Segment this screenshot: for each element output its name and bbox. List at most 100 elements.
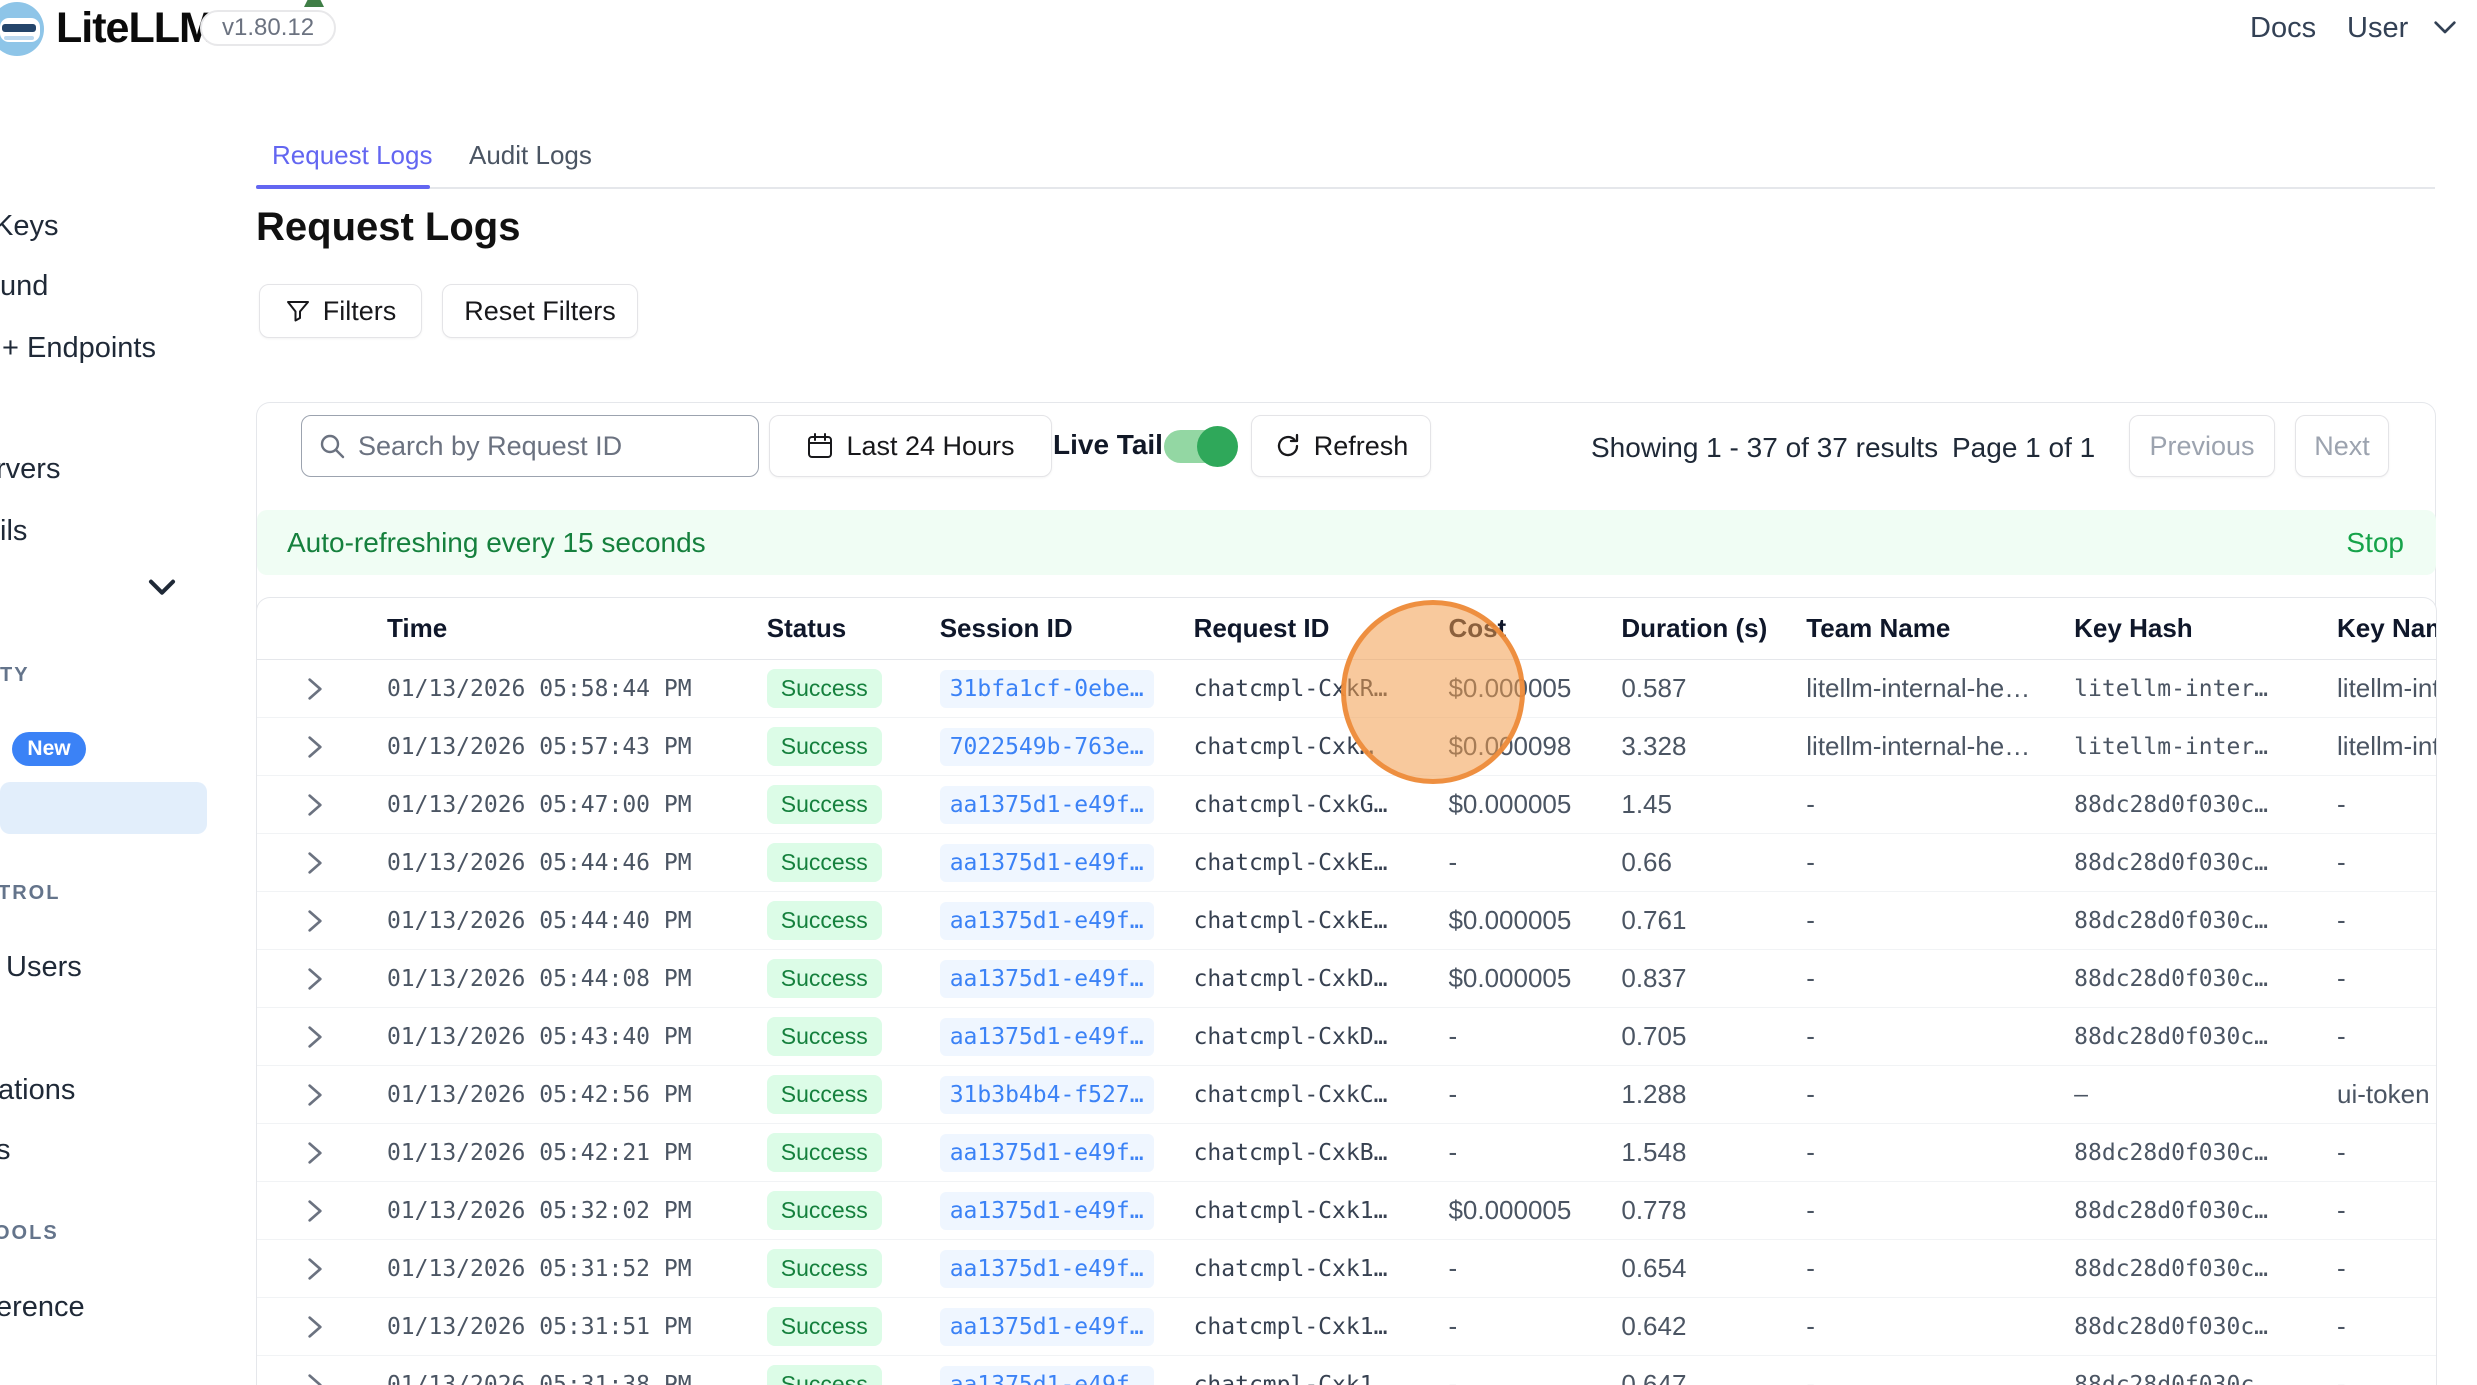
- docs-link[interactable]: Docs: [2250, 0, 2316, 56]
- sidebar-item-servers[interactable]: rvers: [0, 452, 60, 486]
- table-row[interactable]: 01/13/2026 05:31:52 PMSuccessaa1375d1-e4…: [257, 1240, 2436, 1298]
- table-row[interactable]: 01/13/2026 05:47:00 PMSuccessaa1375d1-e4…: [257, 776, 2436, 834]
- duration-cell: 0.705: [1621, 1021, 1686, 1052]
- expand-row-icon[interactable]: [305, 1141, 325, 1165]
- refresh-icon: [1274, 432, 1302, 460]
- session-id-link[interactable]: aa1375d1-e49f…: [940, 1250, 1154, 1288]
- holiday-tree-icon: [303, 0, 325, 9]
- time-cell: 01/13/2026 05:57:43 PM: [387, 734, 692, 760]
- filters-button[interactable]: Filters: [259, 284, 422, 338]
- table-row[interactable]: 01/13/2026 05:58:44 PMSuccess31bfa1cf-0e…: [257, 660, 2436, 718]
- table-row[interactable]: 01/13/2026 05:44:40 PMSuccessaa1375d1-e4…: [257, 892, 2436, 950]
- table-row[interactable]: 01/13/2026 05:44:46 PMSuccessaa1375d1-e4…: [257, 834, 2436, 892]
- time-cell: 01/13/2026 05:58:44 PM: [387, 676, 692, 702]
- user-menu[interactable]: User: [2347, 0, 2408, 56]
- expand-row-icon[interactable]: [305, 735, 325, 759]
- request-id-cell: chatcmpl-Cxk1…: [1194, 1372, 1388, 1385]
- filters-button-label: Filters: [323, 296, 397, 327]
- expand-row-icon[interactable]: [305, 909, 325, 933]
- team-name-cell: -: [1806, 963, 1815, 994]
- session-id-link[interactable]: 31bfa1cf-0ebe…: [940, 670, 1154, 708]
- request-logs-table: TimeStatusSession IDRequest IDCostDurati…: [256, 597, 2437, 1385]
- results-summary: Showing 1 - 37 of 37 results: [1591, 432, 1938, 464]
- expand-cell: [257, 1124, 387, 1181]
- table-row[interactable]: 01/13/2026 05:44:08 PMSuccessaa1375d1-e4…: [257, 950, 2436, 1008]
- expand-cell: [257, 776, 387, 833]
- sidebar-chevron-down-icon[interactable]: [146, 577, 178, 599]
- session-id-link[interactable]: aa1375d1-e49f…: [940, 786, 1154, 824]
- time-cell: 01/13/2026 05:31:38 PM: [387, 1372, 692, 1385]
- key-name-cell: litellm-int: [2337, 731, 2436, 762]
- table-row[interactable]: 01/13/2026 05:43:40 PMSuccessaa1375d1-e4…: [257, 1008, 2436, 1066]
- session-id-link[interactable]: aa1375d1-e49f…: [940, 1134, 1154, 1172]
- status-badge: Success: [767, 843, 882, 882]
- expand-cell: [257, 718, 387, 775]
- session-id-link[interactable]: aa1375d1-e49f…: [940, 1192, 1154, 1230]
- sidebar-item-guardrails[interactable]: ils: [0, 514, 27, 548]
- sidebar-item-keys[interactable]: Keys: [0, 209, 58, 243]
- key-hash-cell: 88dc28d0f030c…: [2074, 1372, 2268, 1385]
- status-badge: Success: [767, 1307, 882, 1346]
- expand-row-icon[interactable]: [305, 793, 325, 817]
- session-id-link[interactable]: aa1375d1-e49f…: [940, 1366, 1154, 1385]
- next-page-button[interactable]: Next: [2295, 415, 2389, 477]
- request-id-cell: chatcmpl-CxkB…: [1194, 1140, 1388, 1166]
- session-id-link[interactable]: aa1375d1-e49f…: [940, 1308, 1154, 1346]
- table-row[interactable]: 01/13/2026 05:42:56 PMSuccess31b3b4b4-f5…: [257, 1066, 2436, 1124]
- expand-row-icon[interactable]: [305, 1373, 325, 1385]
- cost-cell: $0.000005: [1448, 963, 1571, 994]
- key-name-cell: -: [2337, 1021, 2346, 1052]
- next-label: Next: [2314, 431, 2370, 462]
- sidebar-item-organizations[interactable]: ations: [0, 1073, 75, 1107]
- request-id-cell: chatcmpl-CxkR…: [1194, 676, 1388, 702]
- sidebar-section-header: OOLS: [0, 1221, 59, 1245]
- expand-row-icon[interactable]: [305, 1083, 325, 1107]
- time-cell: 01/13/2026 05:42:56 PM: [387, 1082, 692, 1108]
- sidebar-item-teams[interactable]: s: [0, 1133, 11, 1167]
- sidebar-item-playground[interactable]: und: [0, 269, 48, 303]
- key-hash-cell: 88dc28d0f030c…: [2074, 850, 2268, 876]
- key-hash-cell: 88dc28d0f030c…: [2074, 1256, 2268, 1282]
- key-name-cell: -: [2337, 847, 2346, 878]
- expand-row-icon[interactable]: [305, 1199, 325, 1223]
- table-row[interactable]: 01/13/2026 05:32:02 PMSuccessaa1375d1-e4…: [257, 1182, 2436, 1240]
- sidebar-item-logs-selected[interactable]: [0, 782, 207, 834]
- cost-cell: -: [1448, 1311, 1457, 1342]
- table-row[interactable]: 01/13/2026 05:31:38 PMSuccessaa1375d1-e4…: [257, 1356, 2436, 1385]
- table-row[interactable]: 01/13/2026 05:57:43 PMSuccess7022549b-76…: [257, 718, 2436, 776]
- time-range-button[interactable]: Last 24 Hours: [769, 415, 1052, 477]
- sidebar-item-inference[interactable]: erence: [0, 1290, 85, 1324]
- column-header: Request ID: [1194, 598, 1449, 659]
- stop-auto-refresh-button[interactable]: Stop: [2346, 527, 2404, 559]
- sidebar-item-endpoints[interactable]: + Endpoints: [2, 331, 156, 365]
- expand-row-icon[interactable]: [305, 1025, 325, 1049]
- table-row[interactable]: 01/13/2026 05:42:21 PMSuccessaa1375d1-e4…: [257, 1124, 2436, 1182]
- duration-cell: 0.66: [1621, 847, 1672, 878]
- expand-row-icon[interactable]: [305, 677, 325, 701]
- search-input[interactable]: [358, 431, 742, 462]
- session-id-link[interactable]: 7022549b-763e…: [940, 728, 1154, 766]
- column-header: Key Name: [2337, 598, 2436, 659]
- previous-page-button[interactable]: Previous: [2129, 415, 2275, 477]
- live-tail-toggle[interactable]: [1164, 430, 1235, 463]
- sidebar-item-users[interactable]: Users: [6, 950, 82, 984]
- status-badge: Success: [767, 1133, 882, 1172]
- expand-cell: [257, 1356, 387, 1385]
- expand-row-icon[interactable]: [305, 1315, 325, 1339]
- table-row[interactable]: 01/13/2026 05:31:51 PMSuccessaa1375d1-e4…: [257, 1298, 2436, 1356]
- expand-cell: [257, 1008, 387, 1065]
- expand-row-icon[interactable]: [305, 851, 325, 875]
- session-id-link[interactable]: aa1375d1-e49f…: [940, 1018, 1154, 1056]
- session-id-link[interactable]: aa1375d1-e49f…: [940, 844, 1154, 882]
- session-id-link[interactable]: aa1375d1-e49f…: [940, 902, 1154, 940]
- expand-row-icon[interactable]: [305, 1257, 325, 1281]
- status-badge: Success: [767, 785, 882, 824]
- expand-row-icon[interactable]: [305, 967, 325, 991]
- session-id-link[interactable]: aa1375d1-e49f…: [940, 960, 1154, 998]
- search-box: [301, 415, 759, 477]
- session-id-link[interactable]: 31b3b4b4-f527…: [940, 1076, 1154, 1114]
- refresh-button[interactable]: Refresh: [1251, 415, 1431, 477]
- tab-request-logs[interactable]: Request Logs: [272, 140, 432, 171]
- reset-filters-button[interactable]: Reset Filters: [442, 284, 638, 338]
- tab-audit-logs[interactable]: Audit Logs: [469, 140, 592, 171]
